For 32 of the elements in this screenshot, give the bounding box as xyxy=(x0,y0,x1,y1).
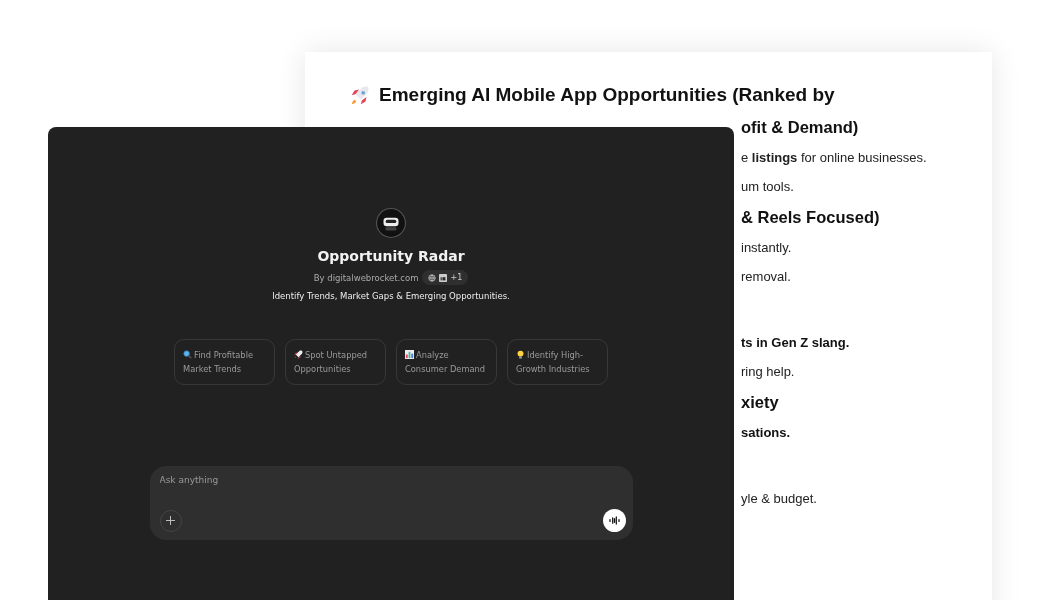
sound-wave-icon xyxy=(608,516,620,525)
voice-button[interactable] xyxy=(602,509,626,532)
links-badge[interactable]: +1 xyxy=(422,270,469,285)
light-bulb-icon xyxy=(516,350,525,359)
rocket-icon xyxy=(294,350,303,359)
document-text: yle & budget. xyxy=(741,490,817,508)
bar-chart-icon xyxy=(405,350,414,359)
author-text: By digitalwebrocket.com xyxy=(313,272,419,283)
document-text: ring help. xyxy=(741,363,795,381)
suggestion-card[interactable]: Analyze Consumer Demand xyxy=(396,339,497,385)
suggestion-card[interactable]: Find Profitable Market Trends xyxy=(174,339,275,385)
suggestion-card[interactable]: Identify High-Growth Industries xyxy=(507,339,608,385)
globe-icon xyxy=(428,273,437,282)
section-heading: ofit & Demand) xyxy=(741,117,859,138)
linkedin-icon xyxy=(439,273,448,282)
message-input[interactable]: Ask anything xyxy=(159,475,626,485)
plus-icon xyxy=(166,516,175,525)
section-heading: & Reels Focused) xyxy=(741,207,880,228)
suggestion-card[interactable]: Spot Untapped Opportunities xyxy=(285,339,386,385)
section-heading: xiety xyxy=(741,392,779,413)
assistant-name: Opportunity Radar xyxy=(317,248,465,264)
document-title: Emerging AI Mobile App Opportunities (Ranked by xyxy=(379,83,836,107)
document-text: um tools. xyxy=(741,178,794,196)
magnifier-icon xyxy=(183,350,192,359)
document-text: instantly. xyxy=(741,239,792,257)
robot-avatar-icon xyxy=(376,208,406,238)
document-text: removal. xyxy=(741,268,791,286)
rocket-icon xyxy=(349,85,371,107)
document-text: sations. xyxy=(741,424,791,442)
document-text: e listings for online businesses. xyxy=(741,149,927,167)
document-text: ts in Gen Z slang. xyxy=(741,334,850,352)
tagline: Identify Trends, Market Gaps & Emerging Opportunities. xyxy=(272,291,510,301)
